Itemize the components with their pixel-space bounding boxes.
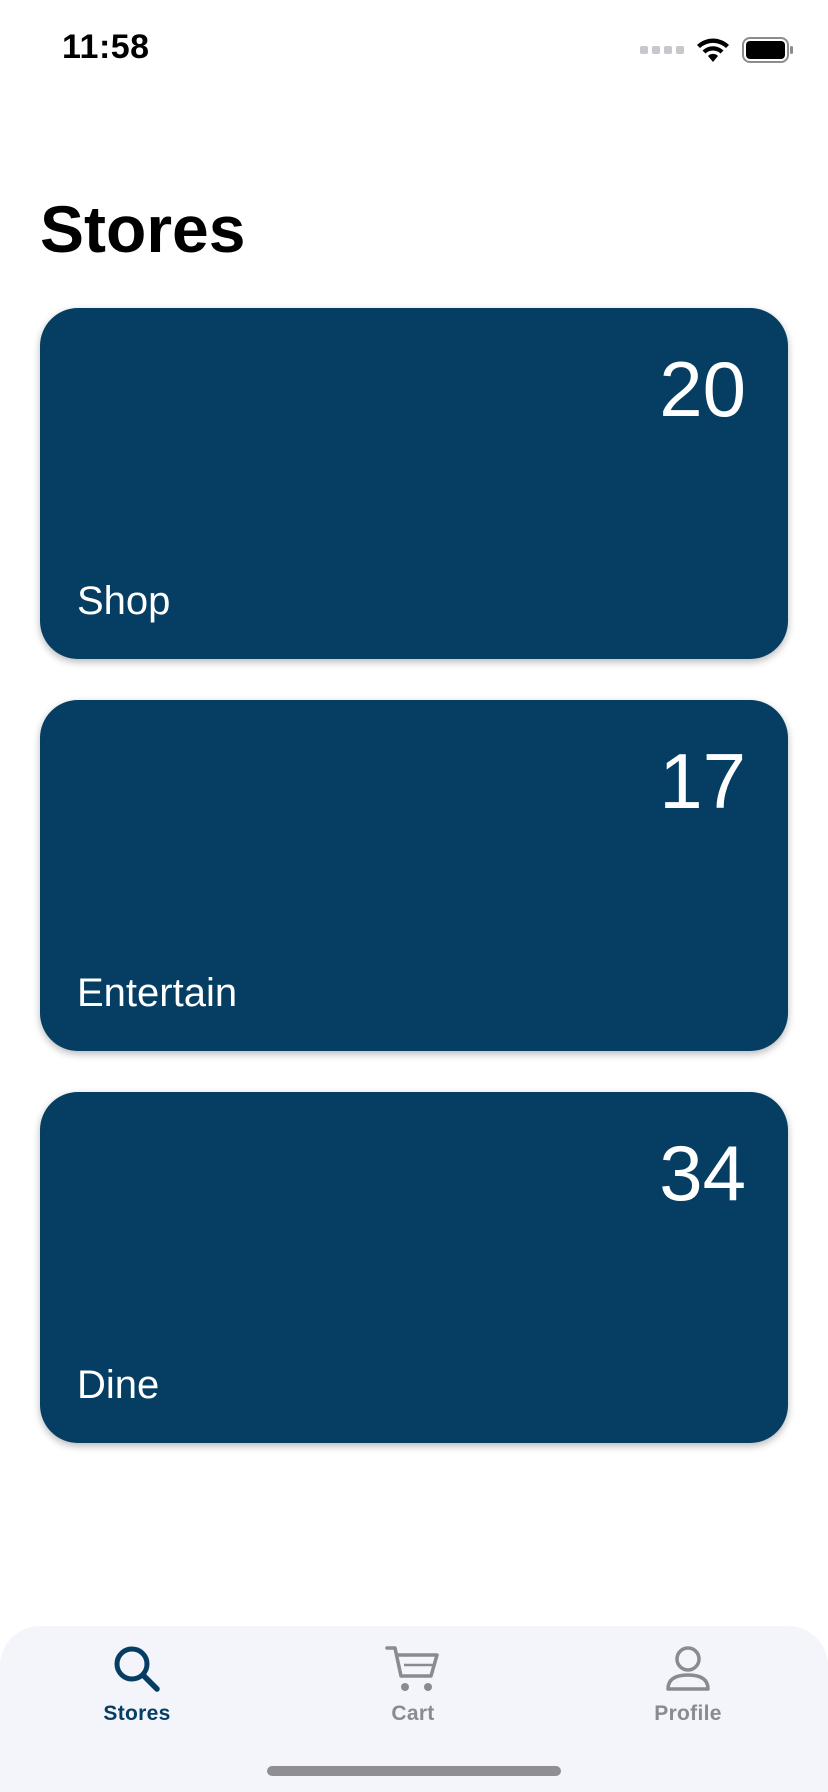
- signal-dots-icon: [640, 46, 684, 54]
- wifi-icon: [697, 38, 729, 62]
- tab-bar: Stores Cart Profile: [0, 1626, 828, 1792]
- category-card-entertain[interactable]: 17 Entertain: [40, 700, 788, 1051]
- home-indicator: [267, 1766, 561, 1776]
- category-label: Entertain: [77, 971, 238, 1015]
- battery-icon: [742, 37, 793, 63]
- category-card-shop[interactable]: 20 Shop: [40, 308, 788, 659]
- person-icon: [659, 1640, 717, 1698]
- tab-label: Stores: [103, 1702, 171, 1725]
- status-time: 11:58: [62, 28, 150, 66]
- cart-icon: [384, 1640, 442, 1698]
- status-bar: 11:58: [0, 0, 828, 100]
- category-card-dine[interactable]: 34 Dine: [40, 1092, 788, 1443]
- tab-stores[interactable]: Stores: [37, 1640, 237, 1726]
- category-label: Shop: [77, 579, 171, 623]
- page-title: Stores: [40, 192, 246, 266]
- status-icons: [640, 34, 794, 66]
- tab-profile[interactable]: Profile: [588, 1640, 788, 1726]
- tab-label: Cart: [391, 1702, 435, 1725]
- category-count: 34: [659, 1129, 746, 1217]
- category-count: 17: [659, 737, 746, 825]
- store-category-list: 20 Shop 17 Entertain 34 Dine: [40, 308, 788, 1484]
- search-icon: [108, 1640, 166, 1698]
- tab-label: Profile: [654, 1702, 722, 1725]
- tab-cart[interactable]: Cart: [313, 1640, 513, 1726]
- category-label: Dine: [77, 1363, 160, 1407]
- category-count: 20: [659, 345, 746, 433]
